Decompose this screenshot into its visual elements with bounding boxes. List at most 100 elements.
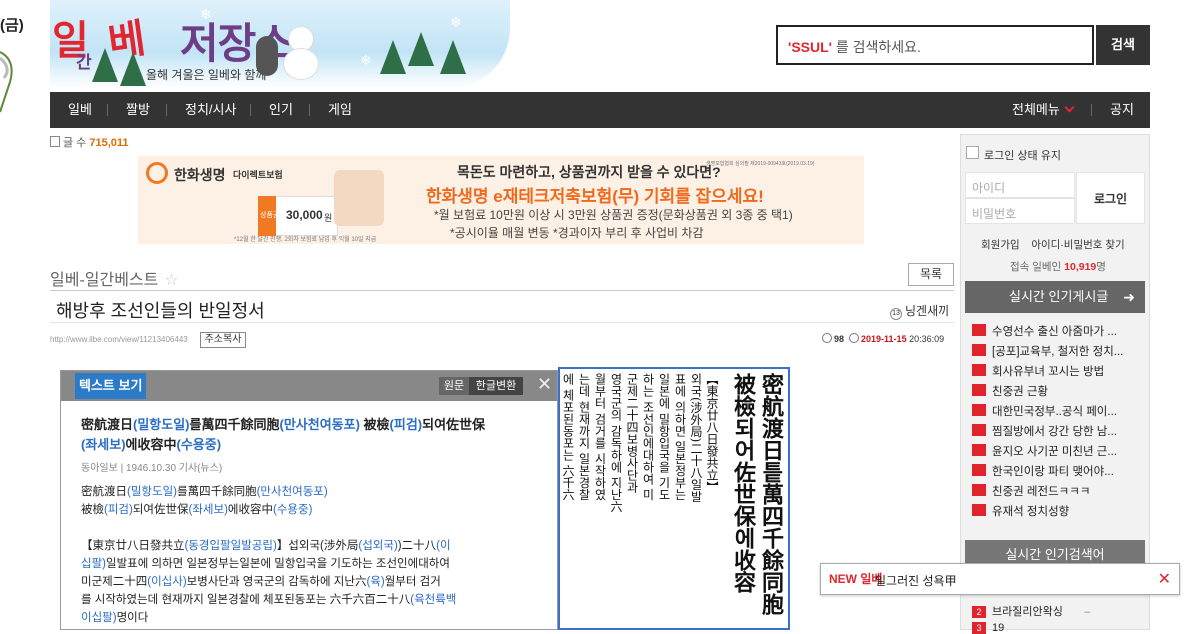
toggle-original[interactable]: 원문 <box>439 377 469 395</box>
nav-item-ilbe[interactable]: 일베 <box>68 92 92 128</box>
article-source: 동아일보 | 1946.10.30 기사(뉴스) <box>81 463 223 474</box>
all-menu-button[interactable]: 전체메뉴 <box>1012 92 1075 128</box>
logo-text-gan: 간 <box>76 53 92 72</box>
ad-brand-sub: 다이렉트보험 <box>233 170 283 180</box>
gift-card-value: 30,000 <box>286 208 323 222</box>
keep-login-checkbox[interactable] <box>966 146 979 159</box>
article-line: 십팔)일발표에 의하면 일본정부는일본에 밀항입국을 기도하는 조선인에대하여 <box>81 558 450 570</box>
post-author[interactable]: 13 닝겐새끼 <box>890 302 949 320</box>
star-icon[interactable]: ☆ <box>164 272 178 289</box>
post-count-label: 글 수 <box>63 137 87 149</box>
bullet-icon <box>972 444 986 456</box>
id-field[interactable]: 아이디 <box>965 172 1075 198</box>
close-icon[interactable]: ✕ <box>537 374 552 395</box>
penguin-icon <box>256 36 278 76</box>
hot-post-item[interactable]: 회사유부녀 꼬시는 방법 <box>972 363 1132 379</box>
hot-post-item[interactable]: 찜질방에서 강간 당한 남... <box>972 423 1132 439</box>
ad-line-1: 목돈도 마련하고, 상품권까지 받을 수 있다면? <box>457 164 721 180</box>
nav-item-jjalbang[interactable]: 짤방 <box>126 92 150 128</box>
newspaper-column: 군제二十四보병사단과 <box>625 373 639 493</box>
nav-divider <box>309 104 310 116</box>
gift-card-label: 상품권 <box>260 212 280 219</box>
newspaper-image: 密航渡日틑萬四千餘同胞 被檢되어佐世保에收容 【東京廿八日發共立】 외국(涉外局… <box>558 367 790 630</box>
bullet-icon <box>972 364 986 376</box>
bullet-icon <box>972 424 986 436</box>
snowflake-icon: ❄ <box>200 6 212 22</box>
nav-item-popular[interactable]: 인기 <box>269 92 293 128</box>
gift-card-unit: 원 <box>324 213 333 223</box>
search-button[interactable]: 검색 <box>1096 25 1150 65</box>
nav-divider <box>1091 104 1092 116</box>
hot-post-item[interactable]: [공포]교육부, 철저한 정치... <box>972 343 1132 359</box>
text-view-panel: 텍스트 보기 원문 한글변환 ✕ 密航渡日(밀항도일)를萬四千餘同胞(만사천여동… <box>60 370 558 630</box>
hot-post-item[interactable]: 수영선수 출신 아줌마가 ... <box>972 323 1132 339</box>
search-keyword: 'SSUL' <box>788 39 832 55</box>
comment-icon <box>822 333 832 343</box>
online-users: 접속 일베인 10,919명 <box>1010 261 1106 273</box>
rank-badge: 2 <box>972 606 986 618</box>
bullet-icon <box>972 464 986 476</box>
keep-login-label[interactable]: 로그인 상태 유지 <box>984 147 1061 163</box>
bullet-icon <box>972 404 986 416</box>
bullet-icon <box>972 484 986 496</box>
ad-banner[interactable]: 한화생명 다이렉트보험 상품권 30,000 원 목돈도 마련하고, 상품권까지… <box>138 156 864 244</box>
tree-icon <box>120 52 146 86</box>
article-line: 이십팔)명이다 <box>81 612 149 624</box>
search-rank-item[interactable]: 2 브라질리안왁싱 – <box>972 603 1090 619</box>
newspaper-headline-2: 被檢되어佐世保에收容 <box>730 373 756 593</box>
article-line: 를 시작하였는데 현재까지 일본경찰에 체포된동포는 六千六百二十八(육천륙백 <box>81 594 457 606</box>
hot-post-item[interactable]: 대한민국정부..공식 페이... <box>972 403 1132 419</box>
bullet-icon <box>972 324 986 336</box>
tab-text-view[interactable]: 텍스트 보기 <box>75 373 147 399</box>
snowman-body-icon <box>283 48 319 80</box>
find-account-link[interactable]: 아이디·비밀번호 찾기 <box>1031 239 1124 251</box>
nav-divider <box>107 104 108 116</box>
hot-post-item[interactable]: 친중권 레전드ㅋㅋㅋ <box>972 483 1132 499</box>
tree-icon <box>440 40 466 74</box>
login-button[interactable]: 로그인 <box>1076 172 1145 224</box>
hot-post-item[interactable]: 유재석 정치성향 <box>972 503 1132 519</box>
logo-tagline: 올해 겨울은 일베와 함께 <box>146 68 267 82</box>
toast-text[interactable]: 일그러진 성욕甲 <box>875 572 957 589</box>
board-name[interactable]: 일베-일간베스트 ☆ <box>50 266 179 290</box>
tree-icon <box>408 32 434 66</box>
article-line: 미군제二十四(이십사)보병사단과 영국군의 감독하에 지난六(육)월부터 검거 <box>81 576 441 588</box>
hot-post-item[interactable]: 윤지오 사기꾼 미친년 근... <box>972 443 1132 459</box>
nav-item-notice[interactable]: 공지 <box>1110 92 1134 128</box>
hot-post-item[interactable]: 친중권 근황 <box>972 383 1132 399</box>
article-line: 【東京廿八日發共立(동경입팔일발공립)】섭외국(涉外局(섭외국))二十八(이 <box>81 540 451 552</box>
ad-fine-bottom: *12월 한 달간 진행, 2회차 보험료 납입 후 익월 10일 지급 <box>234 237 377 243</box>
level-badge: 13 <box>890 308 902 320</box>
close-icon[interactable]: ✕ <box>1158 569 1171 589</box>
toggle-hangul[interactable]: 한글변환 <box>469 377 523 395</box>
snowflake-icon: ❄ <box>360 52 372 68</box>
tree-icon <box>380 40 406 74</box>
ad-brand: 한화생명 <box>174 167 226 183</box>
bullet-icon <box>972 384 986 396</box>
account-links: 회원가입 아이디·비밀번호 찾기 <box>981 237 1125 252</box>
password-field[interactable]: 비밀번호 <box>965 198 1075 224</box>
new-post-toast[interactable]: NEW 일베 일그러진 성욕甲 ✕ <box>820 563 1180 595</box>
nav-item-politics[interactable]: 정치/시사 <box>185 92 236 128</box>
hanwha-logo-icon <box>146 162 168 184</box>
list-button[interactable]: 목록 <box>908 263 954 286</box>
post-date: 2019-11-15 <box>861 334 907 344</box>
hot-post-item[interactable]: 한국인이랑 파티 맺어야... <box>972 463 1132 479</box>
nav-item-game[interactable]: 게임 <box>328 92 352 128</box>
search-rank-item[interactable]: 3 19 <box>972 622 1004 634</box>
arrow-right-icon[interactable]: ➜ <box>1123 281 1135 313</box>
board-name-label: 일베-일간베스트 <box>50 272 159 289</box>
hot-posts-header[interactable]: 실시간 인기게시글 ➜ <box>965 281 1145 313</box>
divider <box>50 290 954 291</box>
ad-fine-top: 생명보험협회 심의필 제2019-00943호(2019.03.19) <box>706 161 815 167</box>
search-input[interactable]: 'SSUL' 를 검색하세요. <box>776 25 1094 65</box>
bullet-icon <box>972 504 986 516</box>
savings-jar-icon <box>334 170 384 226</box>
newspaper-column: 일본에 밀항입국을 기도 <box>657 373 671 501</box>
join-link[interactable]: 회원가입 <box>981 239 1020 251</box>
article-line: 被檢(피검)되여佐世保(좌세보)에收容中(수용중) <box>81 504 313 516</box>
post-time: 20:36:09 <box>909 334 945 344</box>
newspaper-column: 월부터 검거를 시작하였 <box>593 373 607 501</box>
newspaper-column: 에 체포된동포는 六千六 <box>561 373 575 501</box>
copy-url-button[interactable]: 주소복사 <box>200 332 246 348</box>
